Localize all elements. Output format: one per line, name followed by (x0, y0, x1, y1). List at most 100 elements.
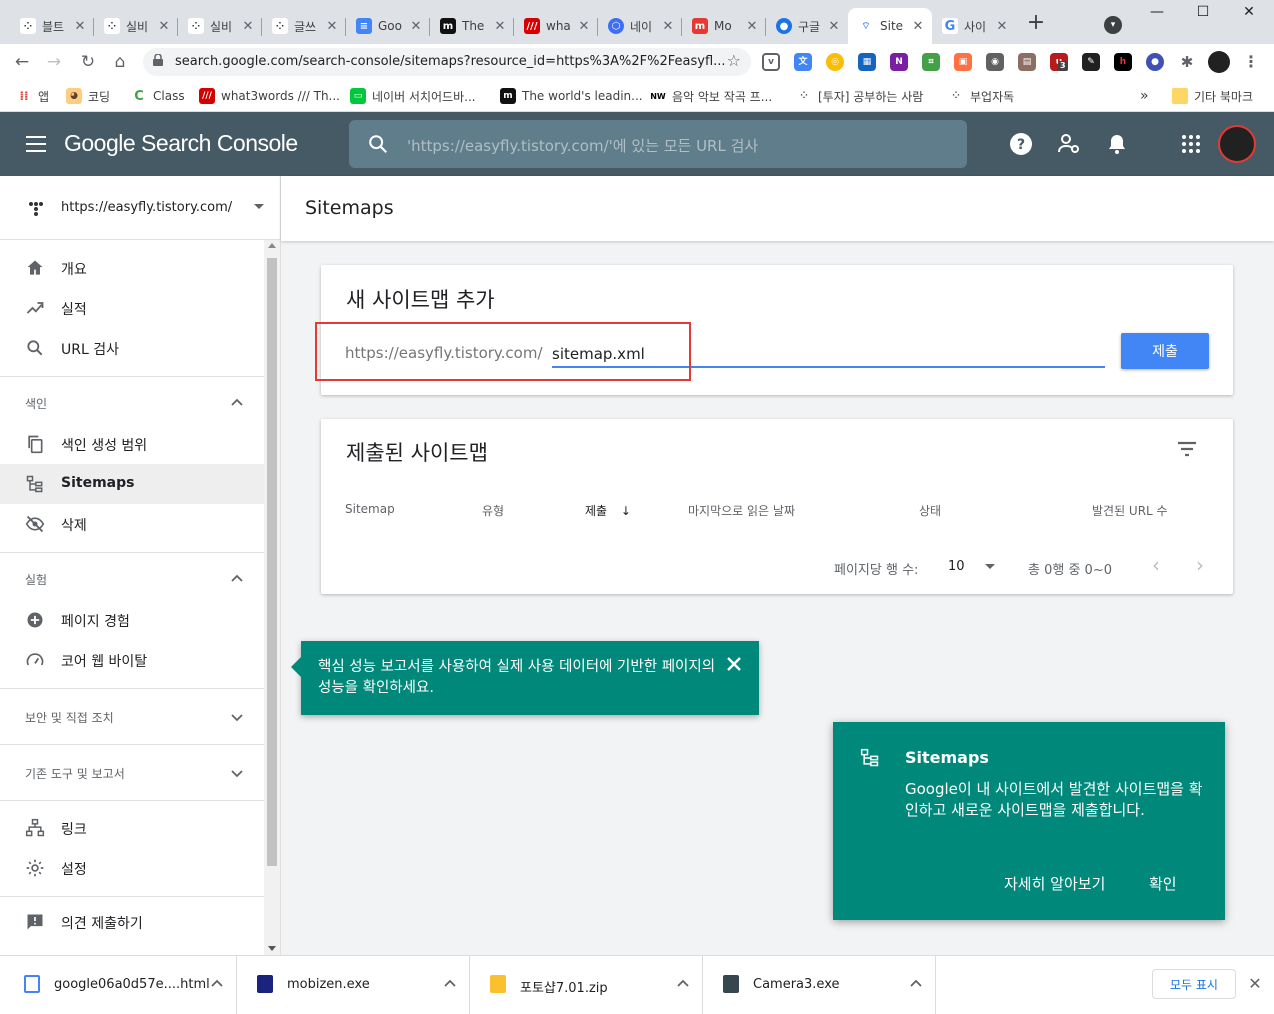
section-index-header[interactable]: 색인 (0, 376, 264, 424)
pocket-extension-icon[interactable]: v (762, 53, 780, 71)
circle-extension-icon[interactable]: ● (1146, 53, 1164, 71)
property-selector[interactable]: https://easyfly.tistory.com/ (0, 176, 280, 240)
chevron-up-icon[interactable] (677, 978, 689, 990)
show-all-downloads-button[interactable]: 모두 표시 (1152, 969, 1236, 999)
bookmark-item[interactable]: C Class (131, 85, 185, 107)
tab-close-icon[interactable]: ✕ (660, 19, 676, 34)
browser-tab[interactable]: ⁘ 글쓰 ✕ (262, 8, 346, 44)
bookmark-item[interactable]: /// what3words /// Th... (199, 85, 340, 107)
translate-extension-icon[interactable]: 文 (794, 53, 812, 71)
account-avatar[interactable] (1218, 125, 1256, 163)
bookmark-item[interactable]: ⁘ [투자] 공부하는 사람 (796, 85, 923, 107)
sidebar-item-overview[interactable]: 개요 (0, 248, 264, 288)
tab-close-icon[interactable]: ✕ (72, 19, 88, 34)
column-header-sitemap[interactable]: Sitemap (345, 502, 395, 516)
sidebar-item-url-inspection[interactable]: URL 검사 (0, 328, 264, 368)
back-icon[interactable]: ← (10, 50, 34, 74)
column-header-submitted[interactable]: 제출 ↓ (585, 502, 631, 519)
ublock-extension-icon[interactable]: u3 (1050, 53, 1068, 71)
sidebar-item-feedback[interactable]: 의견 제출하기 (0, 902, 264, 942)
close-icon[interactable] (725, 655, 743, 673)
section-security-header[interactable]: 보안 및 직접 조치 (0, 688, 264, 744)
browser-tab[interactable]: ● 구글 ✕ (766, 8, 848, 44)
notifications-bell-icon[interactable] (1105, 132, 1129, 156)
sidebar-item-sitemaps[interactable]: Sitemaps (0, 464, 264, 504)
bookmark-item[interactable]: ◕ 코딩 (66, 85, 110, 107)
tab-close-icon[interactable]: ✕ (910, 19, 926, 34)
product-logo[interactable]: Google Search Console (64, 130, 298, 157)
tab-close-icon[interactable]: ✕ (324, 19, 340, 34)
sidebar-item-performance[interactable]: 실적 (0, 288, 264, 328)
sidebar-item-coverage[interactable]: 색인 생성 범위 (0, 424, 264, 464)
pen-extension-icon[interactable]: ✎ (1082, 53, 1100, 71)
tab-close-icon[interactable]: ✕ (994, 19, 1010, 34)
scroll-down-arrow-icon[interactable] (268, 946, 276, 951)
tab-close-icon[interactable]: ✕ (408, 19, 424, 34)
ok-button[interactable]: 확인 (1149, 873, 1177, 894)
capture-extension-icon[interactable]: ◉ (986, 53, 1004, 71)
shop-extension-icon[interactable]: ▦ (858, 53, 876, 71)
scroll-up-arrow-icon[interactable] (268, 243, 276, 248)
rows-per-page-select[interactable]: 10 (948, 559, 995, 574)
column-header-status[interactable]: 상태 (919, 502, 941, 519)
column-header-type[interactable]: 유형 (482, 502, 504, 519)
bookmark-star-icon[interactable]: ☆ (727, 51, 741, 70)
sidebar-item-core-web-vitals[interactable]: 코어 웹 바이탈 (0, 640, 264, 680)
chevron-up-icon[interactable] (211, 978, 223, 990)
browser-tab[interactable]: m Mo ✕ (682, 8, 766, 44)
profile-avatar-icon[interactable] (1208, 51, 1230, 73)
bookmark-apps[interactable]: ⁞⁞ 앱 (16, 85, 49, 107)
submit-sitemap-button[interactable]: 제출 (1121, 333, 1209, 369)
tab-close-icon[interactable]: ✕ (492, 19, 508, 34)
bookmark-item[interactable]: ⁘ 부업자독 (948, 85, 1014, 107)
tab-close-icon[interactable]: ✕ (744, 19, 760, 34)
filter-list-icon[interactable] (1177, 441, 1197, 457)
apps-grid-icon[interactable] (1179, 132, 1203, 156)
learn-more-button[interactable]: 자세히 알아보기 (1004, 873, 1105, 894)
window-close-icon[interactable]: ✕ (1226, 4, 1272, 26)
download-item[interactable]: google06a0d57e....html (4, 956, 237, 1014)
url-inspection-search[interactable]: 'https://easyfly.tistory.com/'에 있는 모든 UR… (349, 120, 967, 168)
sidebar-item-page-experience[interactable]: 페이지 경험 (0, 600, 264, 640)
image-extension-icon[interactable]: ▤ (1018, 53, 1036, 71)
sidebar-item-removals[interactable]: 삭제 (0, 504, 264, 544)
onenote-extension-icon[interactable]: N (890, 53, 908, 71)
minimize-icon[interactable]: — (1134, 4, 1180, 26)
browser-tab[interactable]: m The ✕ (430, 8, 514, 44)
bookmark-item[interactable]: m The world's leadin... (500, 85, 643, 107)
manage-users-icon[interactable] (1057, 132, 1081, 156)
browser-tab[interactable]: G 사이 ✕ (932, 8, 1016, 44)
address-bar[interactable]: search.google.com/search-console/sitemap… (143, 48, 751, 76)
bookmark-item[interactable]: NW 음악 악보 작곡 프... (650, 85, 772, 107)
hamburger-menu-icon[interactable] (26, 136, 46, 152)
prev-page-icon[interactable]: ‹ (1152, 553, 1160, 577)
browser-tab[interactable]: ⬡ 네이 ✕ (598, 8, 682, 44)
next-page-icon[interactable]: › (1196, 553, 1204, 577)
browser-tab[interactable]: ≡ Goo ✕ (346, 8, 430, 44)
section-experience-header[interactable]: 실험 (0, 552, 264, 600)
chevron-up-icon[interactable] (910, 978, 922, 990)
crop-extension-icon[interactable]: ⌗ (922, 53, 940, 71)
browser-tab-active[interactable]: ⌔ Site ✕ (848, 8, 932, 44)
bookmark-item[interactable]: ▭ 네이버 서치어드바... (350, 85, 476, 107)
reload-icon[interactable]: ↻ (76, 50, 100, 74)
browser-tab[interactable]: /// wha ✕ (514, 8, 598, 44)
maximize-icon[interactable]: ☐ (1180, 4, 1226, 26)
download-item[interactable]: mobizen.exe (237, 956, 470, 1014)
download-item[interactable]: Camera3.exe (703, 956, 936, 1014)
sidebar-item-links[interactable]: 링크 (0, 808, 264, 848)
tab-search-icon[interactable]: ▾ (1104, 16, 1122, 34)
help-icon[interactable]: ? (1009, 132, 1033, 156)
column-header-last-read[interactable]: 마지막으로 읽은 날짜 (688, 502, 795, 519)
tab-close-icon[interactable]: ✕ (156, 19, 172, 34)
chrome-extension-icon[interactable]: ◎ (826, 53, 844, 71)
forward-icon[interactable]: → (42, 50, 66, 74)
sidebar-item-settings[interactable]: 설정 (0, 848, 264, 888)
tab-close-icon[interactable]: ✕ (576, 19, 592, 34)
close-download-bar-icon[interactable]: ✕ (1246, 975, 1264, 993)
chevron-up-icon[interactable] (444, 978, 456, 990)
grid-extension-icon[interactable]: ▣ (954, 53, 972, 71)
browser-tab[interactable]: ⁘ 실비 ✕ (178, 8, 262, 44)
new-tab-button[interactable]: + (1024, 12, 1048, 36)
browser-tab[interactable]: ⁘ 실비 ✕ (94, 8, 178, 44)
